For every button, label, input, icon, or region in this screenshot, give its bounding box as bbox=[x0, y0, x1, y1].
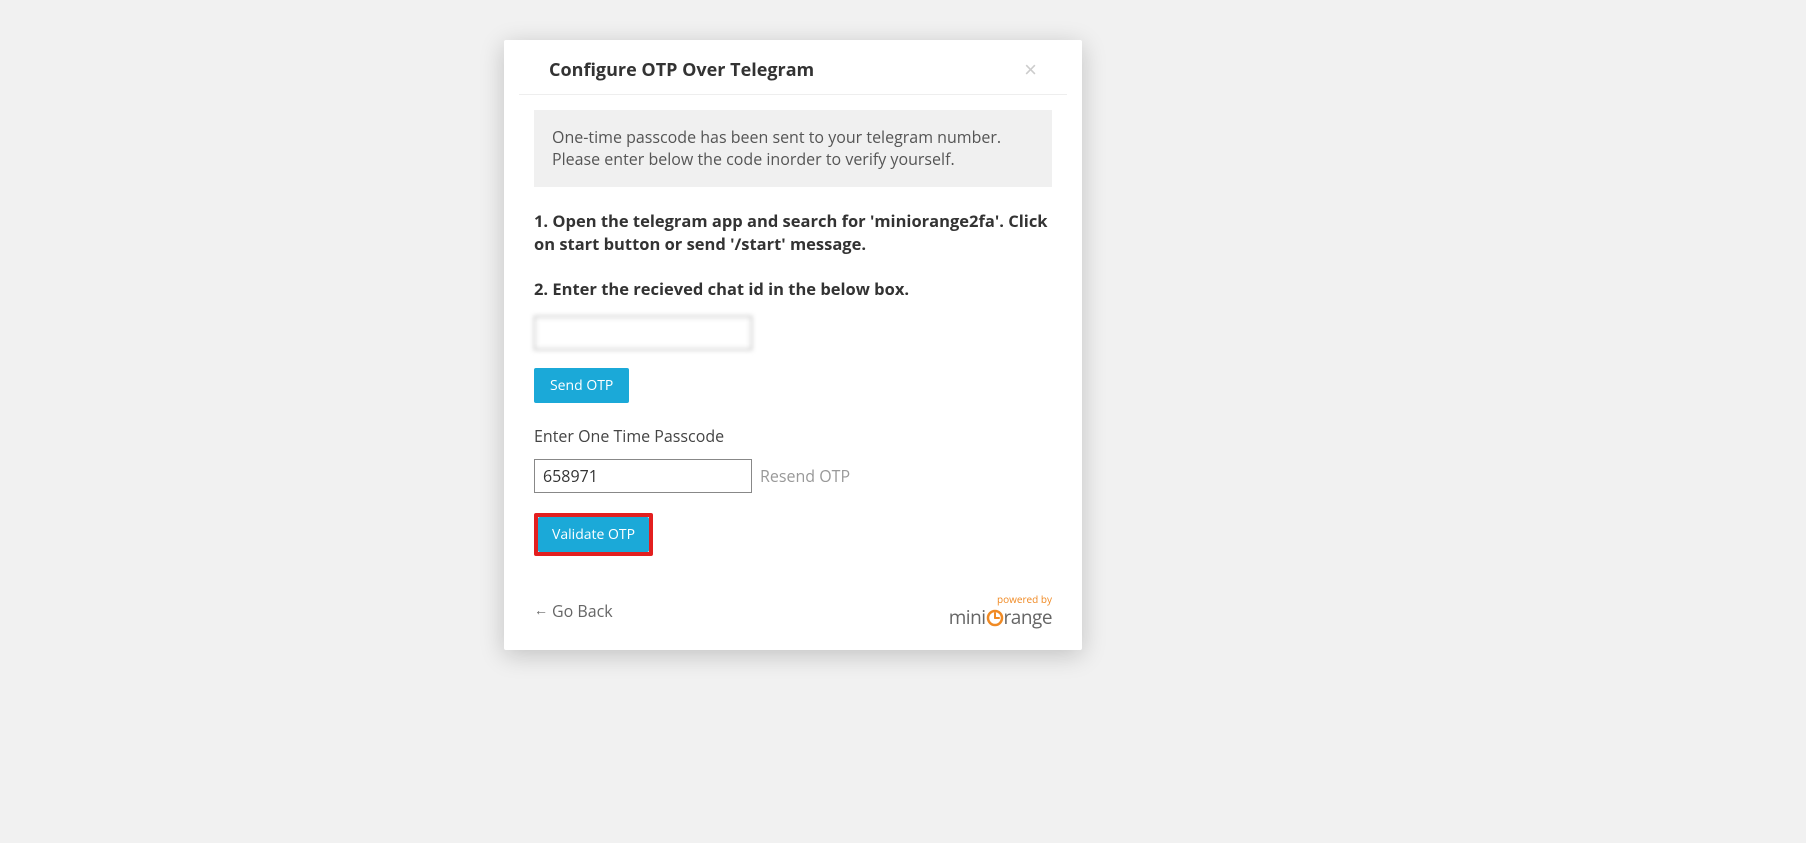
go-back-label: Go Back bbox=[552, 600, 613, 622]
brand-part-2: range bbox=[1004, 604, 1052, 630]
validate-highlight-box: Validate OTP bbox=[534, 513, 653, 556]
validate-otp-button[interactable]: Validate OTP bbox=[538, 517, 649, 552]
otp-input[interactable] bbox=[534, 459, 752, 493]
info-message: One-time passcode has been sent to your … bbox=[534, 110, 1052, 187]
brand-part-1: mini bbox=[949, 604, 986, 630]
modal-title: Configure OTP Over Telegram bbox=[549, 58, 814, 82]
instruction-step-1: 1. Open the telegram app and search for … bbox=[534, 209, 1052, 255]
instruction-step-2: 2. Enter the recieved chat id in the bel… bbox=[534, 277, 1052, 300]
miniorange-logo: mini range bbox=[949, 604, 1052, 630]
modal-footer: ← Go Back powered by minirange bbox=[504, 576, 1082, 650]
configure-otp-modal: Configure OTP Over Telegram × One-time p… bbox=[504, 40, 1082, 650]
resend-otp-link[interactable]: Resend OTP bbox=[760, 465, 850, 487]
otp-field-label: Enter One Time Passcode bbox=[534, 425, 1052, 447]
powered-by-branding: powered by minirange bbox=[949, 592, 1052, 630]
go-back-link[interactable]: ← Go Back bbox=[534, 600, 613, 622]
otp-input-row: Resend OTP bbox=[534, 459, 1052, 493]
modal-body: One-time passcode has been sent to your … bbox=[504, 95, 1082, 576]
send-otp-button[interactable]: Send OTP bbox=[534, 368, 629, 403]
modal-header: Configure OTP Over Telegram × bbox=[519, 40, 1067, 95]
chat-id-input[interactable] bbox=[534, 316, 752, 350]
close-button[interactable]: × bbox=[1024, 59, 1037, 81]
orange-o-icon bbox=[986, 604, 1004, 630]
arrow-left-icon: ← bbox=[534, 601, 548, 620]
